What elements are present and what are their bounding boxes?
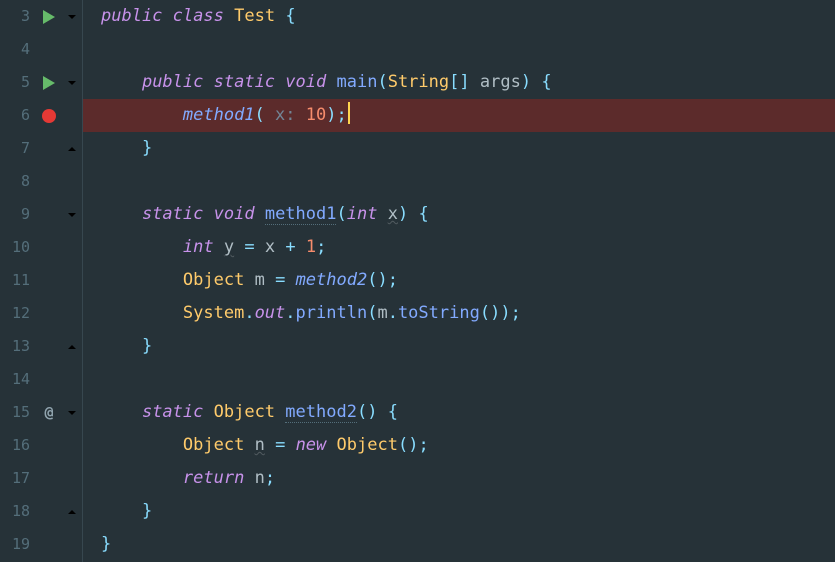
gutter-row[interactable]: 8	[0, 165, 82, 198]
gutter-row[interactable]: 9	[0, 198, 82, 231]
line-number: 10	[0, 231, 36, 264]
code-line[interactable]: static Object method2() {	[83, 396, 835, 429]
gutter-row[interactable]: 10	[0, 231, 82, 264]
code-line-current[interactable]: method1( x: 10);	[83, 99, 835, 132]
breakpoint-icon[interactable]	[36, 109, 62, 123]
line-number: 4	[0, 33, 36, 66]
line-number: 18	[0, 495, 36, 528]
line-number: 16	[0, 429, 36, 462]
line-number: 15	[0, 396, 36, 429]
gutter-row[interactable]: 16	[0, 429, 82, 462]
line-number: 17	[0, 462, 36, 495]
code-line[interactable]: }	[83, 495, 835, 528]
code-line[interactable]	[83, 363, 835, 396]
fold-icon[interactable]	[62, 506, 82, 518]
line-number: 8	[0, 165, 36, 198]
fold-icon[interactable]	[62, 407, 82, 419]
line-number: 9	[0, 198, 36, 231]
gutter-row[interactable]: 7	[0, 132, 82, 165]
line-number: 3	[0, 0, 36, 33]
code-line[interactable]: int y = x + 1;	[83, 231, 835, 264]
code-line[interactable]: }	[83, 528, 835, 561]
fold-icon[interactable]	[62, 77, 82, 89]
code-line[interactable]	[83, 165, 835, 198]
text-cursor	[348, 102, 350, 124]
code-line[interactable]	[83, 33, 835, 66]
code-editor[interactable]: 3 4 5 6 7 8 9	[0, 0, 835, 562]
fold-icon[interactable]	[62, 11, 82, 23]
line-number: 5	[0, 66, 36, 99]
code-line[interactable]: return n;	[83, 462, 835, 495]
line-number: 11	[0, 264, 36, 297]
code-line[interactable]: Object m = method2();	[83, 264, 835, 297]
line-number: 12	[0, 297, 36, 330]
gutter-row[interactable]: 12	[0, 297, 82, 330]
code-line[interactable]: }	[83, 330, 835, 363]
gutter-row[interactable]: 17	[0, 462, 82, 495]
gutter-row[interactable]: 14	[0, 363, 82, 396]
gutter-row[interactable]: 11	[0, 264, 82, 297]
line-number: 13	[0, 330, 36, 363]
code-line[interactable]: Object n = new Object();	[83, 429, 835, 462]
gutter-row[interactable]: 3	[0, 0, 82, 33]
code-line[interactable]: }	[83, 132, 835, 165]
fold-icon[interactable]	[62, 143, 82, 155]
code-area[interactable]: public class Test { public static void m…	[82, 0, 835, 562]
fold-icon[interactable]	[62, 209, 82, 221]
gutter-row[interactable]: 4	[0, 33, 82, 66]
line-number: 6	[0, 99, 36, 132]
override-icon[interactable]: @	[36, 396, 62, 429]
gutter-row[interactable]: 5	[0, 66, 82, 99]
run-icon[interactable]	[36, 76, 62, 90]
code-line[interactable]: System.out.println(m.toString());	[83, 297, 835, 330]
gutter-row[interactable]: 13	[0, 330, 82, 363]
fold-icon[interactable]	[62, 341, 82, 353]
gutter-row[interactable]: 15 @	[0, 396, 82, 429]
line-number: 14	[0, 363, 36, 396]
code-line[interactable]: public class Test {	[83, 0, 835, 33]
run-icon[interactable]	[36, 10, 62, 24]
gutter-row[interactable]: 18	[0, 495, 82, 528]
line-number: 19	[0, 528, 36, 561]
gutter: 3 4 5 6 7 8 9	[0, 0, 82, 562]
code-line[interactable]: public static void main(String[] args) {	[83, 66, 835, 99]
line-number: 7	[0, 132, 36, 165]
gutter-row[interactable]: 19	[0, 528, 82, 561]
code-line[interactable]: static void method1(int x) {	[83, 198, 835, 231]
gutter-row[interactable]: 6	[0, 99, 82, 132]
